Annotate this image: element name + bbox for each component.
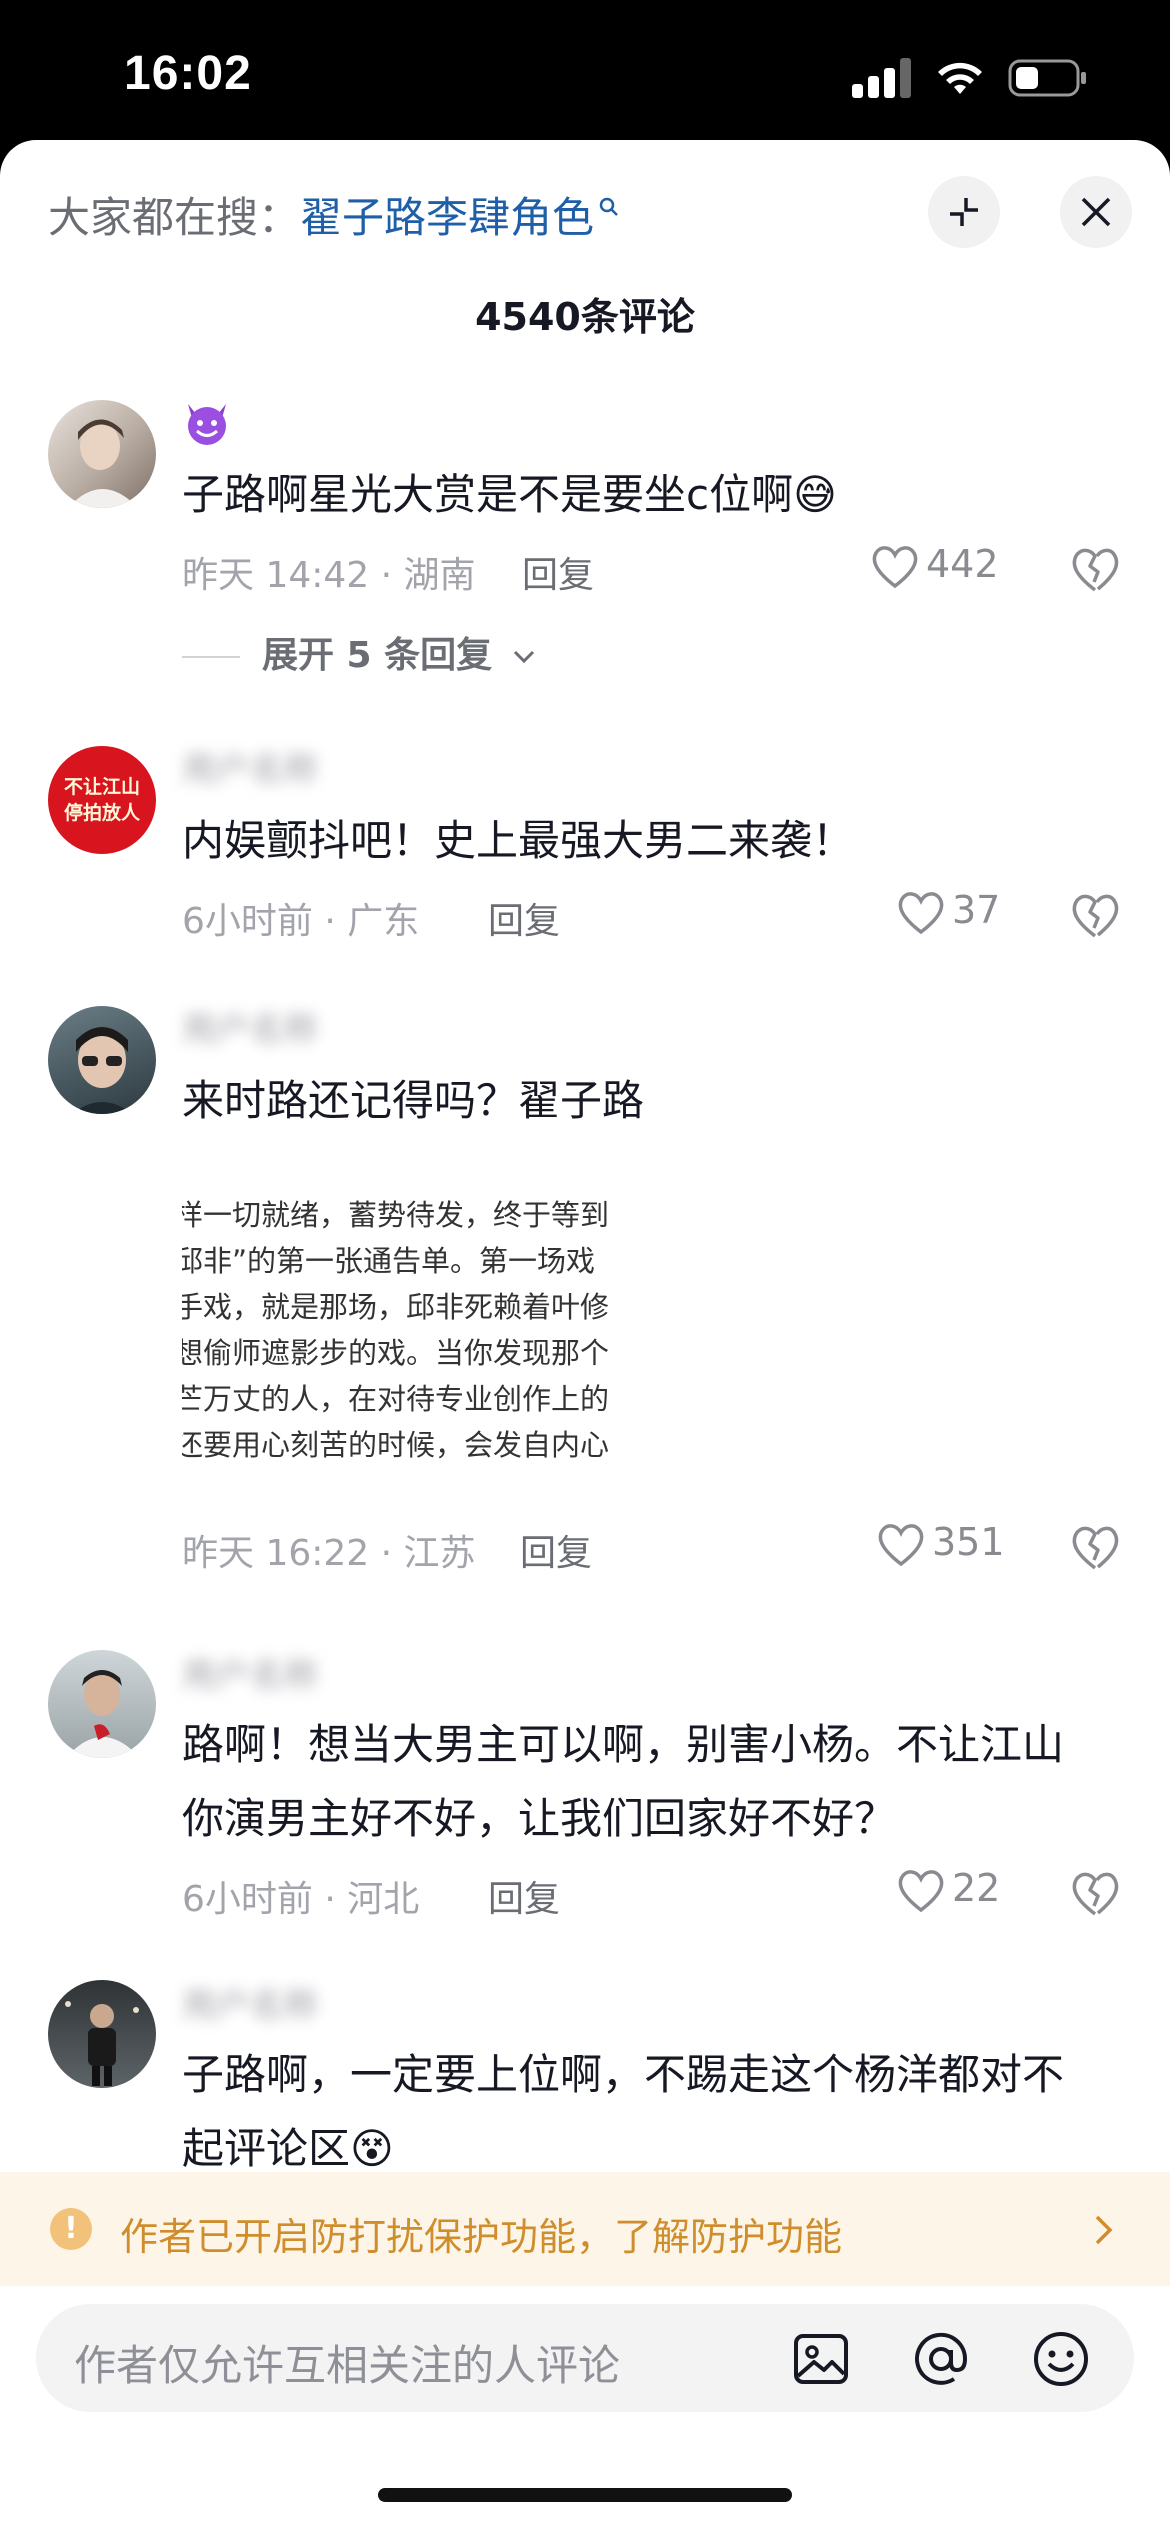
comment-time-location: 6小时前 · 广东 (182, 901, 420, 942)
comment-image[interactable]: 样一切就绪，蓄势待发，终于等到 邱非”的第一张通告单。第一场戏 手戏，就是那场，… (182, 1164, 682, 1494)
image-text-line: 样一切就绪，蓄势待发，终于等到 (182, 1198, 610, 1232)
close-button[interactable] (1060, 176, 1132, 248)
avatar[interactable] (48, 1650, 156, 1758)
protection-notice[interactable]: ! 作者已开启防打扰保护功能，了解防护功能 (0, 2172, 1170, 2286)
protection-notice-text: 作者已开启防打扰保护功能，了解防护功能 (120, 2215, 843, 2259)
heart-icon (872, 545, 918, 588)
like-button[interactable]: 22 (896, 1866, 1000, 1914)
image-icon[interactable] (790, 2328, 852, 2390)
avatar[interactable] (48, 1006, 156, 1114)
comment-time-location: 昨天 14:42 · 湖南 (182, 555, 476, 596)
broken-heart-icon[interactable] (1068, 890, 1122, 940)
image-text-line: 还要用心刻苦的时候，会发自内心 (182, 1428, 610, 1462)
broken-heart-icon[interactable] (1068, 1868, 1122, 1918)
status-bar: 16:02 (0, 0, 1170, 140)
search-suggestion[interactable]: 大家都在搜：翟子路李肆角色 (48, 184, 620, 245)
like-button[interactable]: 37 (896, 888, 1000, 936)
comment-text: 路啊！想当大男主可以啊，别害小杨。不让江山你演男主好不好，让我们回家好不好？ (182, 1720, 1065, 1843)
expand-replies-button[interactable]: 展开 5 条回复 (182, 626, 537, 678)
collapse-button[interactable] (928, 176, 1000, 248)
search-suggestion-keyword[interactable]: 翟子路李肆角色 (300, 193, 594, 242)
image-text-line: 手戏，就是那场，邱非死赖着叶修 (182, 1290, 610, 1324)
broken-heart-icon[interactable] (1068, 1522, 1122, 1572)
like-count: 37 (952, 888, 1001, 932)
comment-input-placeholder: 作者仅允许互相关注的人评论 (74, 2341, 621, 2390)
like-button[interactable]: 351 (876, 1520, 1005, 1568)
collapse-icon (950, 198, 978, 226)
emoji-icon[interactable] (1030, 2328, 1092, 2390)
avatar-text: 不让江山停拍放人 (63, 776, 140, 824)
cellular-signal-icon (852, 58, 912, 98)
battery-icon (1008, 59, 1086, 97)
heart-icon (898, 891, 944, 934)
home-indicator[interactable] (378, 2488, 792, 2502)
search-suggestion-prefix: 大家都在搜： (48, 193, 301, 242)
like-count: 22 (952, 1866, 1001, 1910)
image-text-line: 邱非”的第一张通告单。第一场戏 (182, 1244, 596, 1278)
comment-text: 来时路还记得吗？翟子路 (182, 1076, 645, 1125)
comment-time-location: 昨天 16:22 · 江苏 (182, 1533, 476, 1574)
username[interactable]: 用户名称 (182, 742, 318, 791)
comment-text: 子路啊星光大赏是不是要坐c位啊😅 (182, 470, 837, 519)
wifi-icon (938, 62, 982, 94)
like-button[interactable]: 442 (870, 542, 999, 590)
username[interactable]: 用户名称 (182, 1978, 318, 2027)
like-count: 442 (926, 542, 999, 586)
devil-emoji-icon (188, 404, 226, 445)
expand-replies-label: 展开 5 条回复 (262, 635, 493, 676)
avatar-photo (68, 419, 138, 508)
username[interactable]: 用户名称 (182, 1648, 318, 1697)
heart-icon (878, 1523, 924, 1566)
reply-button[interactable]: 回复 (520, 1524, 592, 1576)
username[interactable]: 用户名称 (182, 1002, 318, 1051)
avatar[interactable]: 不让江山停拍放人 (48, 746, 156, 854)
close-icon (1081, 197, 1111, 227)
reply-button[interactable]: 回复 (522, 546, 594, 598)
reply-button[interactable]: 回复 (488, 892, 560, 944)
avatar-photo (72, 1027, 132, 1114)
divider (182, 656, 240, 658)
avatar-photo (65, 2001, 139, 2086)
at-icon[interactable] (910, 2328, 972, 2390)
avatar[interactable] (48, 400, 156, 508)
chevron-down-icon (513, 650, 534, 664)
magnifier-icon (599, 197, 618, 216)
chevron-right-icon (1095, 2215, 1113, 2245)
broken-heart-icon[interactable] (1068, 544, 1122, 594)
like-count: 351 (932, 1520, 1005, 1564)
status-time: 16:02 (124, 47, 252, 100)
comment-text: 子路啊，一定要上位啊，不踢走这个杨洋都对不起评论区😵 (182, 2050, 1065, 2173)
comment-input[interactable]: 作者仅允许互相关注的人评论 (36, 2304, 1134, 2412)
avatar[interactable] (48, 1980, 156, 2088)
reply-button[interactable]: 回复 (488, 1870, 560, 1922)
comment-time-location: 6小时前 · 河北 (182, 1879, 420, 1920)
info-icon: ! (50, 2208, 92, 2250)
comment-sheet: 大家都在搜：翟子路李肆角色 4540条评论 子路啊星光大赏是不是要坐c位啊😅 昨… (0, 140, 1170, 2532)
comment-text: 内娱颤抖吧！史上最强大男二来袭！ (182, 816, 855, 865)
image-text-line: 芒万丈的人，在对待专业创作上的 (182, 1382, 610, 1416)
heart-icon (898, 1869, 944, 1912)
image-text-line: 想偷师遮影步的戏。当你发现那个 (182, 1336, 610, 1370)
avatar-photo (66, 1670, 140, 1758)
comment-count-title: 4540条评论 (475, 295, 695, 339)
